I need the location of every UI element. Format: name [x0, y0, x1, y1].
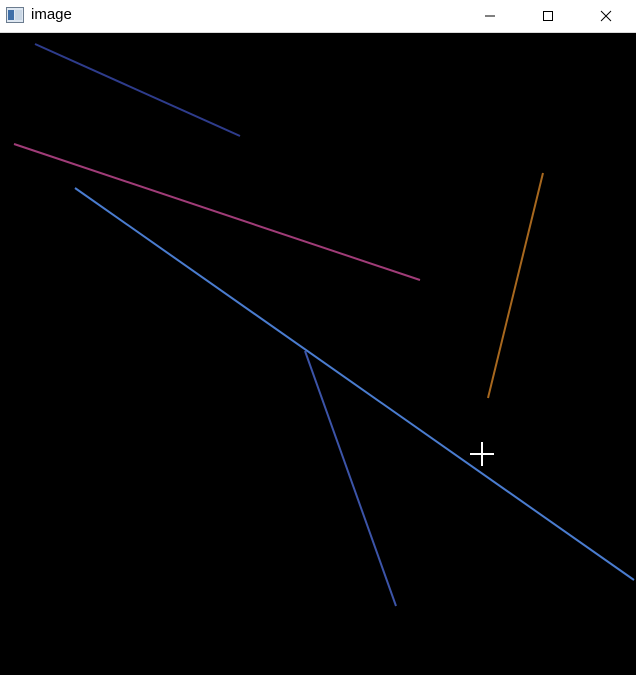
close-icon [600, 10, 612, 22]
title-bar[interactable]: image [0, 0, 636, 33]
image-canvas[interactable] [0, 34, 636, 675]
canvas-drawing [0, 34, 636, 675]
maximize-icon [542, 10, 554, 22]
window-title: image [31, 6, 72, 23]
maximize-button[interactable] [525, 0, 571, 32]
close-button[interactable] [583, 0, 629, 32]
minimize-button[interactable] [467, 0, 513, 32]
canvas-background [0, 34, 636, 675]
app-icon [6, 7, 24, 23]
image-window: image [0, 0, 636, 675]
minimize-icon [484, 10, 496, 22]
